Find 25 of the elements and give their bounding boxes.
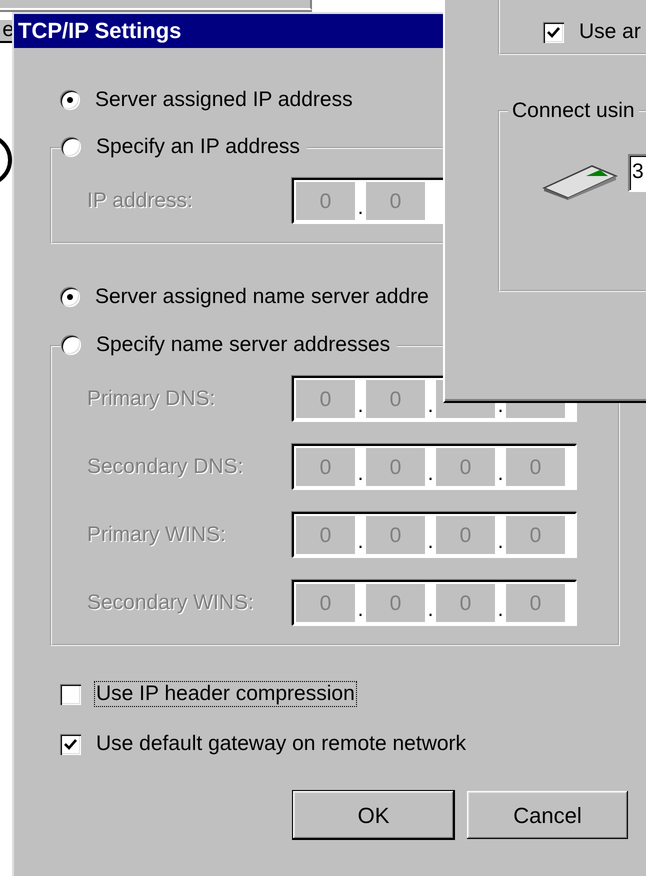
radio-button[interactable] <box>60 90 80 110</box>
radio-button[interactable] <box>61 137 81 157</box>
checkbox-label[interactable]: Use default gateway on remote network <box>95 732 468 756</box>
checkbox-label[interactable]: Use IP header compression <box>95 682 356 706</box>
checkbox-label[interactable]: Use ar <box>578 20 642 44</box>
card-icon <box>542 164 618 200</box>
field-label: Secondary DNS: <box>87 454 244 480</box>
radio-label[interactable]: Server assigned IP address <box>94 88 354 112</box>
checkbox[interactable] <box>543 22 564 42</box>
field-label: Primary DNS: <box>87 386 216 412</box>
radio-label[interactable]: Server assigned name server addre <box>94 285 430 309</box>
radio-label[interactable]: Specify an IP address <box>95 135 301 159</box>
radio-button[interactable] <box>61 335 81 355</box>
device-field[interactable]: 3 <box>628 154 646 192</box>
field-label: IP address: <box>87 188 194 214</box>
dialog-button[interactable]: OK <box>293 791 454 839</box>
field-label: Primary WINS: <box>87 522 227 548</box>
checkmark-icon <box>547 26 560 38</box>
field-label: Secondary WINS: <box>87 590 255 616</box>
checkmark-icon <box>64 738 77 750</box>
checkbox[interactable] <box>60 734 81 754</box>
dialog-button[interactable]: Cancel <box>467 791 628 839</box>
checkbox[interactable] <box>60 684 81 704</box>
radio-button[interactable] <box>60 287 80 307</box>
radio-label[interactable]: Specify name server addresses <box>95 333 392 357</box>
